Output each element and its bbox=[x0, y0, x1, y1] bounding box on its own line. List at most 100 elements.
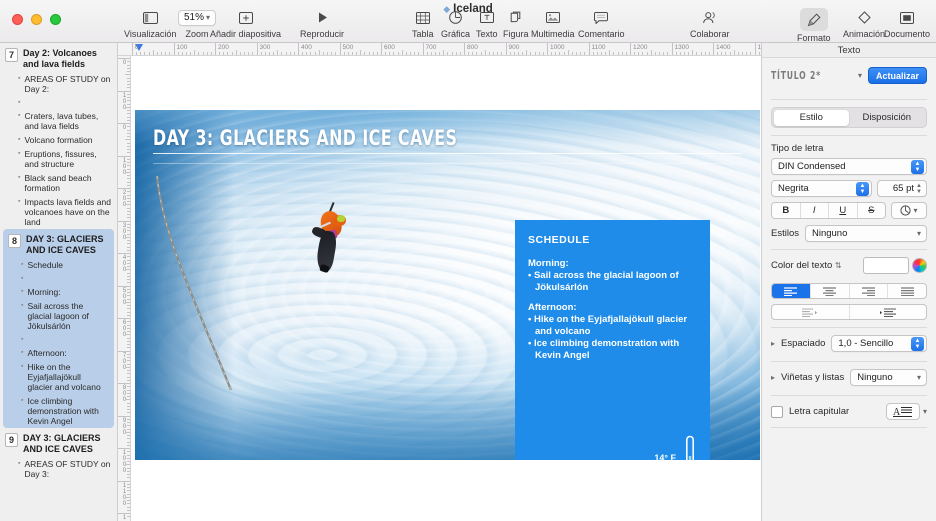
outdent-icon bbox=[802, 307, 818, 317]
toolbar-button-collaborate[interactable]: Colaborar bbox=[690, 8, 730, 39]
drop-cap-style-group[interactable]: A ▾ bbox=[885, 403, 927, 420]
spacing-select[interactable]: 1,0 - Sencillo ▲ ▼ bbox=[831, 335, 927, 352]
ruler-minor-tick bbox=[675, 52, 677, 55]
media-icon bbox=[545, 8, 560, 27]
underline-button[interactable]: U bbox=[829, 203, 858, 218]
toolbar-label-comment: Comentario bbox=[578, 29, 625, 39]
toolbar-button-comment[interactable]: Comentario bbox=[578, 8, 625, 39]
ruler-minor-tick bbox=[318, 50, 320, 55]
schedule-morning-item: • Sail across the glacial lagoon of Jöku… bbox=[528, 270, 679, 293]
ruler-minor-tick bbox=[127, 292, 130, 293]
font-weight-select[interactable]: Negrita ▲ ▼ bbox=[771, 180, 872, 197]
vertical-ruler[interactable]: 0100010020030040050060070080090010001100… bbox=[118, 56, 131, 521]
slide-title-text[interactable]: DAY 3: GLACIERS AND ICE CAVES bbox=[153, 126, 457, 150]
toolbar-button-add-slide[interactable]: Añadir diapositiva bbox=[210, 8, 281, 39]
slide-outline-sidebar[interactable]: 7 Day 2: Volcanoes and lava fields ▪ AREA… bbox=[0, 43, 118, 521]
outline-bullet-empty[interactable]: ▪ bbox=[0, 96, 117, 109]
toolbar-button-table[interactable]: Tabla bbox=[412, 8, 434, 39]
stepper-icon[interactable]: ▲ ▼ bbox=[914, 182, 924, 196]
tab-estilo[interactable]: Estilo bbox=[773, 109, 849, 126]
indent-button[interactable] bbox=[850, 305, 927, 319]
ruler-minor-tick bbox=[136, 52, 138, 55]
italic-button[interactable]: I bbox=[801, 203, 829, 218]
outline-bullet[interactable]: ▪ Morning: bbox=[3, 285, 114, 299]
ruler-minor-tick bbox=[750, 52, 752, 55]
schedule-text-box[interactable]: SCHEDULE Morning: • Sail across the glac… bbox=[515, 220, 710, 460]
align-center-button[interactable] bbox=[811, 284, 850, 298]
chevron-down-icon[interactable]: ▾ bbox=[923, 407, 927, 416]
strikethrough-button[interactable]: S bbox=[858, 203, 886, 218]
slide-editing-area[interactable]: DAY 3: GLACIERS AND ICE CAVES SCHEDULE M… bbox=[135, 110, 760, 460]
font-family-select[interactable]: DIN Condensed ▲ ▼ bbox=[771, 158, 927, 175]
inspector-tabs[interactable]: Estilo Disposición bbox=[771, 107, 927, 128]
outline-bullet[interactable]: ▪ Volcano formation bbox=[0, 133, 117, 147]
disclosure-triangle-icon[interactable]: ▸ bbox=[771, 373, 775, 382]
color-wheel-icon[interactable] bbox=[912, 258, 927, 273]
drop-cap-toggle-group[interactable]: Letra capitular bbox=[771, 405, 849, 418]
outline-bullet[interactable]: ▪ Afternoon: bbox=[3, 346, 114, 360]
outline-bullet-empty[interactable]: ▪ bbox=[3, 333, 114, 346]
outline-bullet[interactable]: ▪ Sail across the glacial lagoon of Jökul… bbox=[3, 299, 114, 333]
ruler-minor-tick bbox=[679, 52, 681, 55]
bold-button[interactable]: B bbox=[772, 203, 801, 218]
outline-bullet[interactable]: ▪ Hike on the Eyjafjallajökull glacier an… bbox=[3, 360, 114, 394]
outline-bullet[interactable]: ▪ Ice climbing demonstration with Kevin A… bbox=[3, 394, 114, 428]
advanced-font-options-button[interactable]: ▾ bbox=[891, 202, 927, 219]
outline-bullet[interactable]: ▪ Craters, lava tubes, and lava fields bbox=[0, 109, 117, 133]
toolbar-button-document[interactable]: Documento bbox=[884, 8, 930, 39]
toolbar-button-media[interactable]: Multimedia bbox=[531, 8, 575, 39]
drop-cap-checkbox[interactable] bbox=[771, 405, 783, 418]
tab-disposicion[interactable]: Disposición bbox=[849, 110, 925, 126]
toolbar-button-animate[interactable]: Animación bbox=[843, 8, 885, 39]
outline-slide-8[interactable]: 8 DAY 3: GLACIERS AND ICE CAVES ▪ Schedul… bbox=[3, 229, 114, 428]
text-alignment-buttons[interactable] bbox=[771, 283, 927, 299]
toolbar-button-text[interactable]: Texto bbox=[476, 8, 498, 39]
format-inspector[interactable]: Texto TÍTULO 2* ▾ Actualizar Estilo Disp… bbox=[761, 43, 936, 521]
outline-slide-title[interactable]: DAY 3: GLACIERS AND ICE CAVES bbox=[26, 234, 108, 256]
ruler-tick-label: 600 bbox=[384, 44, 395, 51]
align-right-button[interactable] bbox=[850, 284, 889, 298]
outline-bullet[interactable]: ▪ Impacts lava fields and volcanoes have … bbox=[0, 195, 117, 229]
outline-bullet-empty[interactable]: ▪ bbox=[3, 272, 114, 285]
text-color-controls[interactable] bbox=[863, 257, 927, 274]
text-color-swatch[interactable] bbox=[863, 257, 909, 274]
sort-updown-icon[interactable]: ⇅ bbox=[835, 261, 842, 270]
toolbar-button-play[interactable]: Reproducir bbox=[300, 8, 344, 39]
drop-cap-style-button[interactable]: A bbox=[885, 403, 920, 420]
outline-bullet[interactable]: ▪ Black sand beach formation bbox=[0, 171, 117, 195]
toolbar-button-shape[interactable]: Figura bbox=[503, 8, 529, 39]
bullets-select[interactable]: Ninguno ▾ bbox=[850, 369, 927, 386]
stepper-icon[interactable]: ▲ ▼ bbox=[911, 159, 924, 174]
character-styles-select[interactable]: Ninguno ▾ bbox=[804, 225, 927, 242]
text-indent-buttons[interactable] bbox=[771, 304, 927, 320]
ruler-minor-tick bbox=[704, 52, 706, 55]
outline-bullet[interactable]: ▪ Schedule bbox=[3, 258, 114, 272]
text-format-buttons[interactable]: B I U S bbox=[771, 202, 886, 219]
stepper-icon[interactable]: ▲ ▼ bbox=[911, 336, 924, 351]
ruler-minor-tick bbox=[127, 145, 130, 147]
toolbar-button-view[interactable]: Visualización bbox=[124, 8, 176, 39]
outline-bullet[interactable]: ▪ Eruptions, fissures, and structure bbox=[0, 147, 117, 171]
bullet-dot-icon: ▪ bbox=[21, 397, 24, 404]
stepper-icon[interactable]: ▲ ▼ bbox=[856, 181, 869, 196]
chevron-down-icon[interactable]: ▾ bbox=[858, 71, 862, 80]
align-justify-button[interactable] bbox=[888, 284, 926, 298]
font-size-field[interactable]: 65 pt ▲ ▼ bbox=[877, 180, 927, 197]
slide-canvas[interactable]: DAY 3: GLACIERS AND ICE CAVES SCHEDULE M… bbox=[131, 56, 760, 521]
outline-bullet[interactable]: ▪ AREAS OF STUDY on Day 2: bbox=[0, 72, 117, 96]
outline-slide-title[interactable]: DAY 3: GLACIERS AND ICE CAVES bbox=[23, 433, 111, 455]
ruler-major-tick bbox=[339, 43, 341, 55]
outdent-button[interactable] bbox=[772, 305, 850, 319]
update-style-button[interactable]: Actualizar bbox=[867, 67, 927, 84]
toolbar-button-chart[interactable]: Gráfica bbox=[441, 8, 470, 39]
outline-slide-9[interactable]: 9 DAY 3: GLACIERS AND ICE CAVES ▪ AREAS O… bbox=[0, 428, 117, 481]
bullet-dot-icon: ▪ bbox=[18, 75, 21, 82]
outline-bullet[interactable]: ▪ AREAS OF STUDY on Day 3: bbox=[0, 457, 117, 481]
outline-slide-7[interactable]: 7 Day 2: Volcanoes and lava fields ▪ AREA… bbox=[0, 43, 117, 229]
ruler-major-tick bbox=[713, 43, 714, 55]
align-left-button[interactable] bbox=[772, 284, 811, 298]
ruler-minor-tick bbox=[127, 435, 130, 436]
outline-slide-title[interactable]: Day 2: Volcanoes and lava fields bbox=[23, 48, 111, 70]
disclosure-triangle-icon[interactable]: ▸ bbox=[771, 339, 775, 348]
toolbar-button-format[interactable]: Formato bbox=[797, 8, 831, 43]
